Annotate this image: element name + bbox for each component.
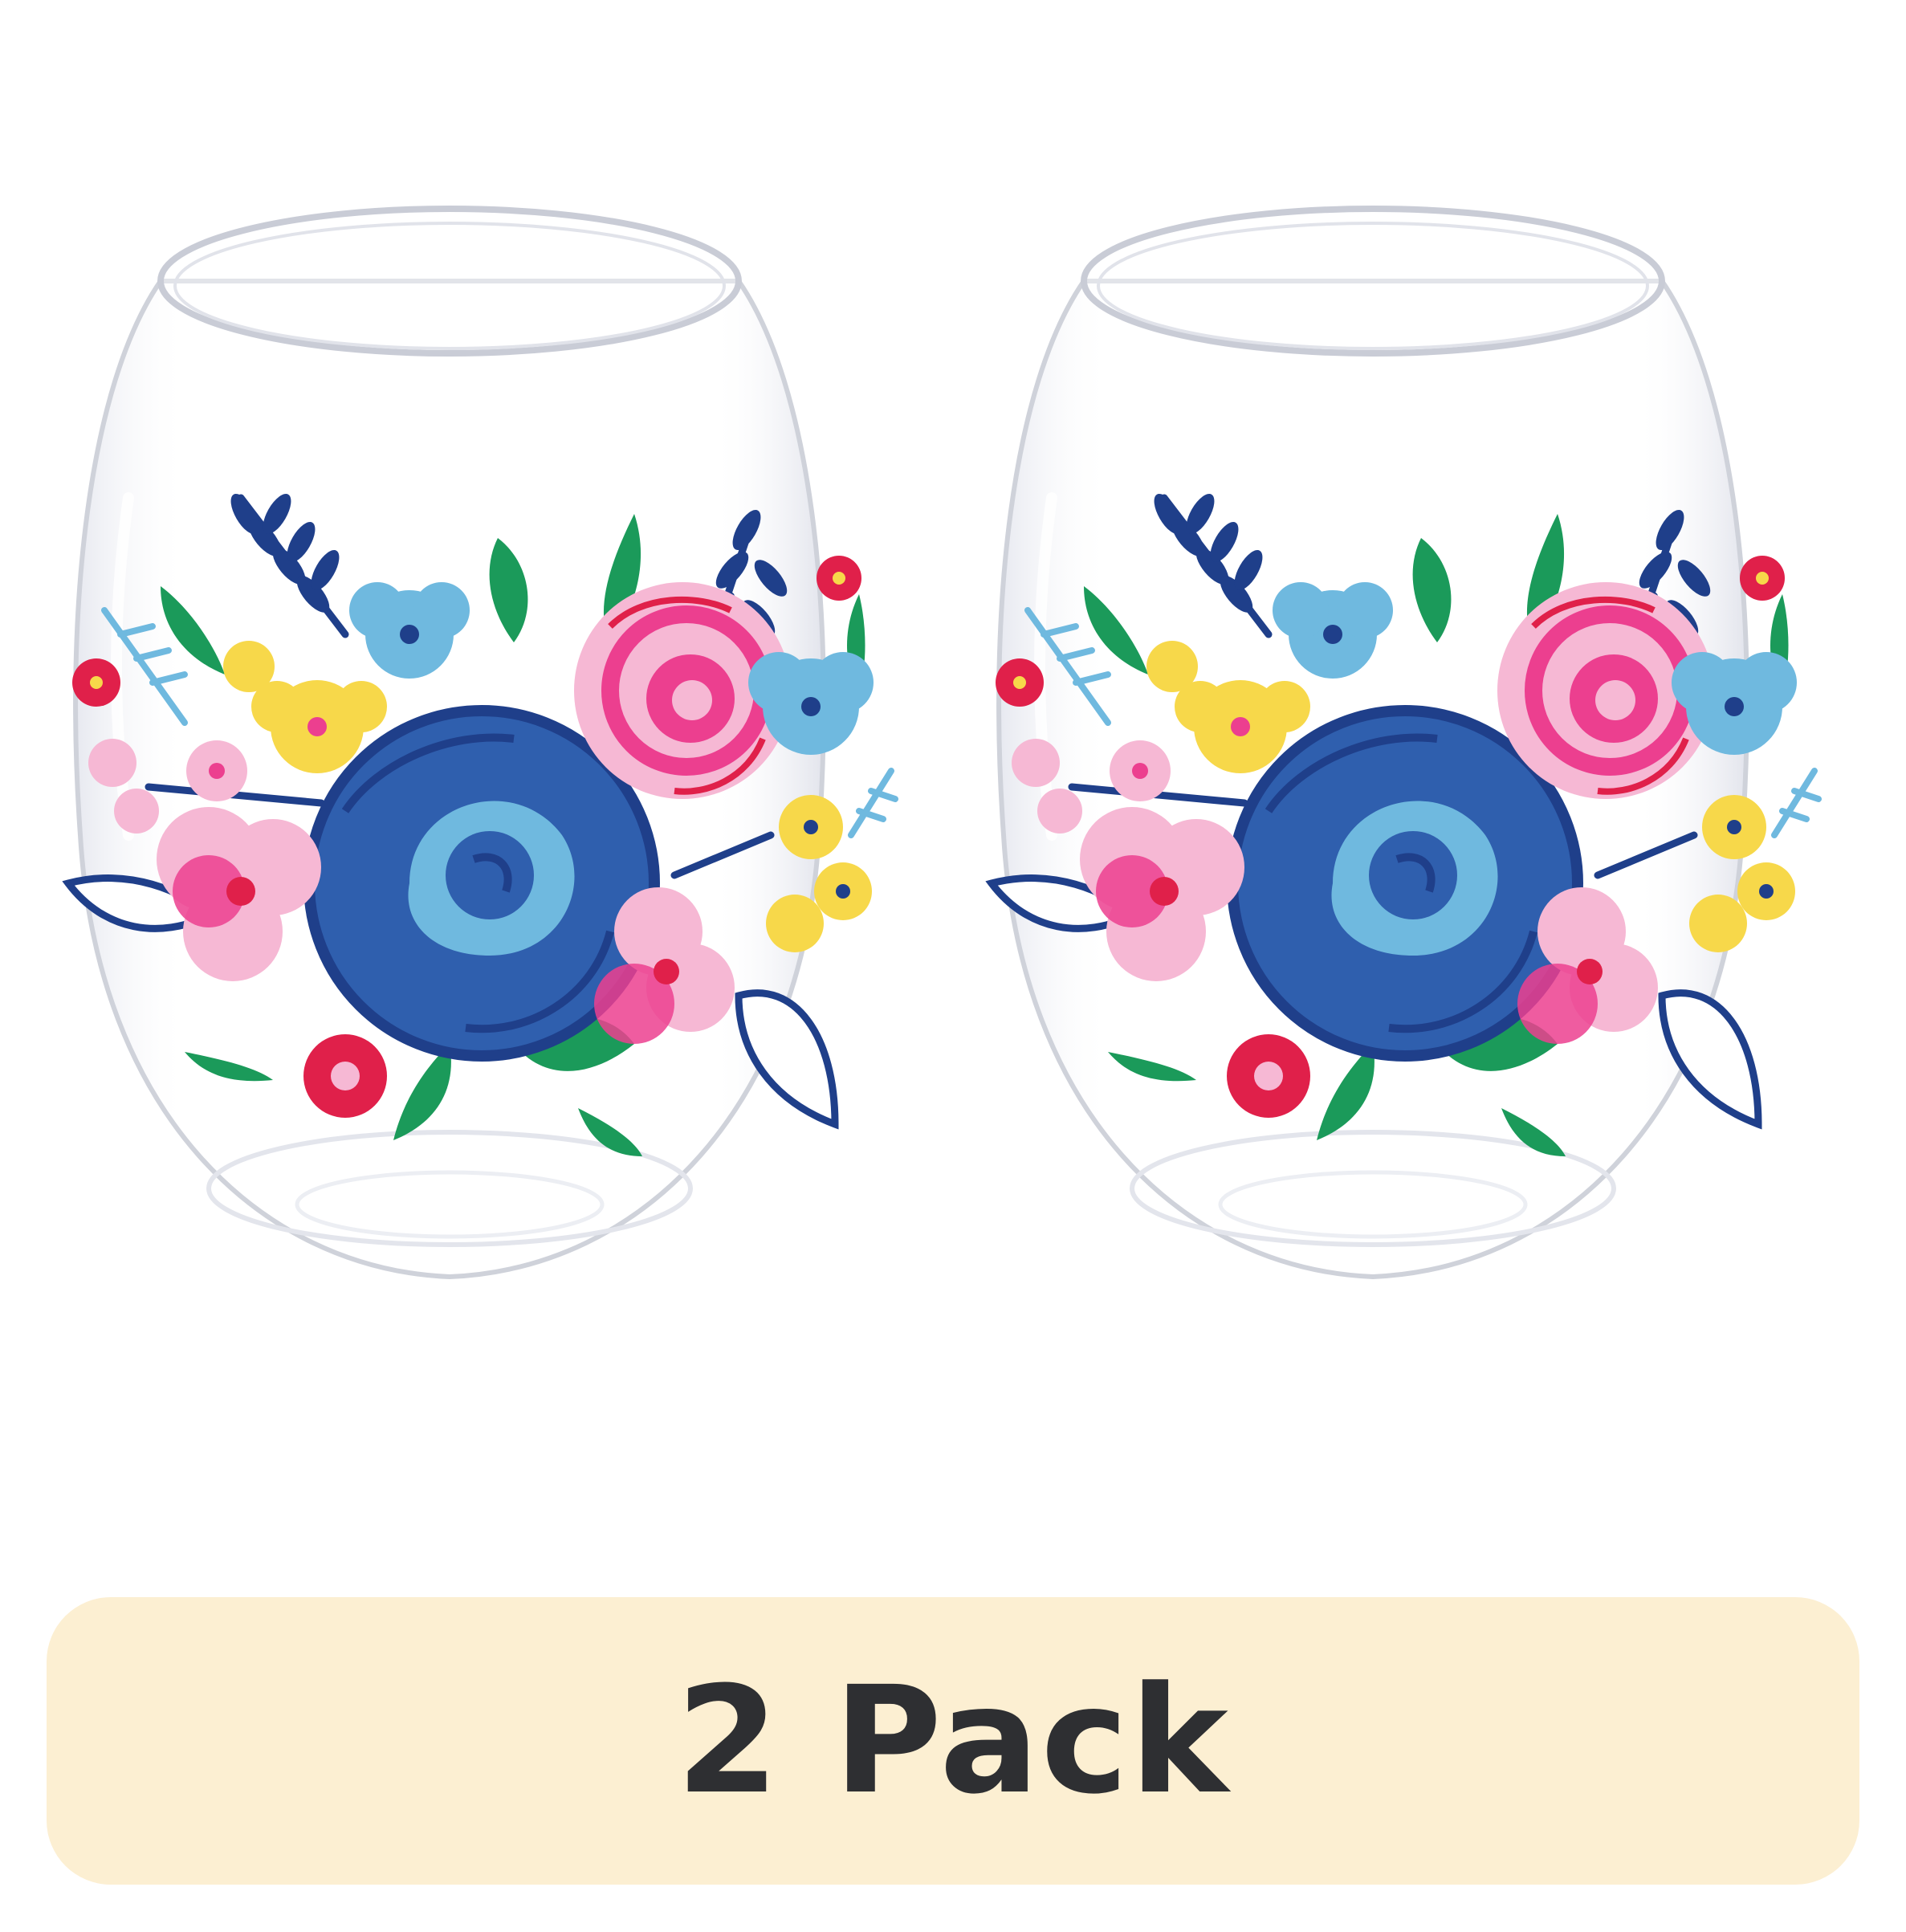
glass-right <box>992 209 1818 1277</box>
glass-left <box>68 209 895 1277</box>
pack-banner: 2 Pack <box>47 1597 1859 1885</box>
pack-count-label: 2 Pack <box>676 1655 1230 1827</box>
product-image <box>0 0 1906 1558</box>
